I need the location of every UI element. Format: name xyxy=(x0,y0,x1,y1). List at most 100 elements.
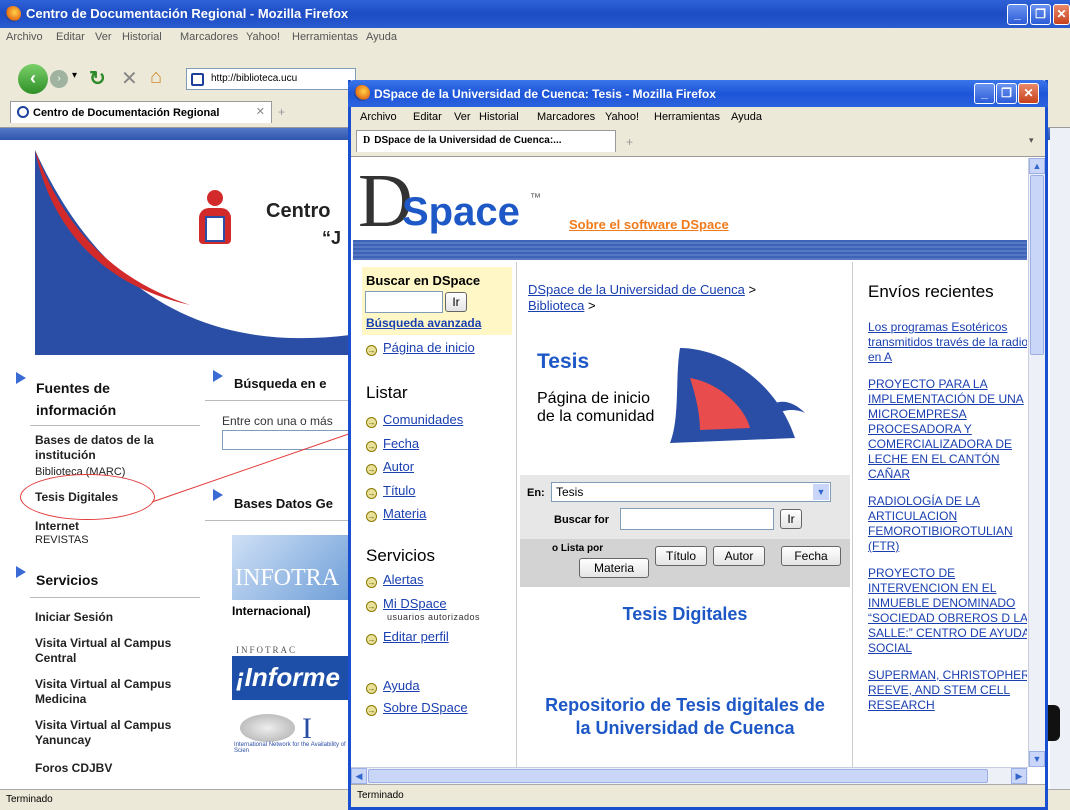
listar-comunidades[interactable]: → Comunidades xyxy=(366,408,463,432)
arrow-bullet-icon: → xyxy=(366,683,377,694)
minimize-button[interactable]: _ xyxy=(1007,4,1028,25)
recent-item[interactable]: Los programas Esotéricos transmitidos tr… xyxy=(868,320,1027,365)
nav-foros[interactable]: Foros CDJBV xyxy=(35,761,112,776)
menu-ayuda[interactable]: Ayuda xyxy=(731,111,762,123)
tesis-digitales-heading: Tesis Digitales xyxy=(622,604,748,624)
home-icon[interactable]: ⌂ xyxy=(150,66,162,89)
menu-marcadores[interactable]: Marcadores xyxy=(180,31,238,43)
scroll-thumb[interactable] xyxy=(1030,175,1044,355)
browse-materia-button[interactable]: Materia xyxy=(579,558,649,578)
scroll-down-icon[interactable]: ▼ xyxy=(1029,751,1045,767)
home-link[interactable]: Página de inicio xyxy=(383,340,475,355)
site-banner-swoosh xyxy=(35,150,350,355)
menu-editar[interactable]: Editar xyxy=(56,31,85,43)
listar-materia[interactable]: → Materia xyxy=(366,502,463,526)
menu-herramientas[interactable]: Herramientas xyxy=(292,31,358,43)
nav-internet[interactable]: Internet xyxy=(35,519,79,534)
scope-select[interactable]: Tesis ▼ xyxy=(551,482,831,502)
back-scrollbar[interactable] xyxy=(1050,128,1070,789)
tab-centro-documentacion[interactable]: Centro de Documentación Regional ✕ xyxy=(10,101,272,123)
listar-fecha[interactable]: → Fecha xyxy=(366,432,463,456)
advanced-search-link[interactable]: Búsqueda avanzada xyxy=(366,316,481,330)
infotrac-logo[interactable]: INFOTRA xyxy=(232,535,348,600)
reload-icon[interactable]: ↻ xyxy=(89,66,106,91)
nav-visita-yanuncay[interactable]: Visita Virtual al Campus Yanuncay xyxy=(35,718,205,748)
community-search-go[interactable]: Ir xyxy=(780,509,802,529)
history-dropdown-icon[interactable]: ▾ xyxy=(72,70,77,81)
lista-por-label: o Lista por xyxy=(552,543,604,554)
stop-icon[interactable]: ✕ xyxy=(121,66,138,91)
minimize-button[interactable]: _ xyxy=(974,83,995,104)
breadcrumb-dspace[interactable]: DSpace de la Universidad de Cuenca xyxy=(528,282,745,297)
editar-perfil-row[interactable]: → Editar perfil xyxy=(366,629,449,645)
browse-titulo-button[interactable]: Título xyxy=(655,546,707,566)
new-tab-icon[interactable]: + xyxy=(626,135,633,149)
back-window-titlebar[interactable]: Centro de Documentación Regional - Mozil… xyxy=(0,0,1070,28)
menu-ver[interactable]: Ver xyxy=(454,111,471,123)
menu-archivo[interactable]: Archivo xyxy=(6,31,43,43)
horizontal-scrollbar[interactable]: ◀ ▶ xyxy=(351,767,1028,784)
community-search-input[interactable] xyxy=(620,508,774,530)
close-button[interactable]: ✕ xyxy=(1018,83,1039,104)
menu-yahoo[interactable]: Yahoo! xyxy=(605,111,639,123)
menu-yahoo[interactable]: Yahoo! xyxy=(246,31,280,43)
divider xyxy=(516,262,517,767)
recent-item[interactable]: PROYECTO PARA LA IMPLEMENTACIÓN DE UNA M… xyxy=(868,377,1027,482)
menu-historial[interactable]: Historial xyxy=(122,31,162,43)
tab-dspace[interactable]: D DSpace de la Universidad de Cuenca:... xyxy=(356,130,616,152)
url-bar[interactable]: http://biblioteca.ucu xyxy=(186,68,356,90)
forward-arrow-icon[interactable]: › xyxy=(50,70,68,88)
menu-ayuda[interactable]: Ayuda xyxy=(366,31,397,43)
browse-fecha-button[interactable]: Fecha xyxy=(781,546,841,566)
nav-visita-medicina[interactable]: Visita Virtual al Campus Medicina xyxy=(35,677,205,707)
maximize-button[interactable]: ❐ xyxy=(1030,4,1051,25)
mi-dspace-row[interactable]: → Mi DSpace xyxy=(366,596,447,612)
menu-editar[interactable]: Editar xyxy=(413,111,442,123)
nav-visita-central[interactable]: Visita Virtual al Campus Central xyxy=(35,636,205,666)
scroll-thumb[interactable] xyxy=(368,769,988,783)
search-box: Buscar en DSpace Ir Búsqueda avanzada xyxy=(362,267,512,335)
home-link-row[interactable]: → Página de inicio xyxy=(366,340,475,356)
nav-revistas[interactable]: REVISTAS xyxy=(35,533,89,548)
status-text: Terminado xyxy=(357,790,404,801)
listar-autor[interactable]: → Autor xyxy=(366,455,463,479)
fuentes-heading: Fuentes de información xyxy=(36,380,117,418)
menu-historial[interactable]: Historial xyxy=(479,111,519,123)
nav-iniciar-sesion[interactable]: Iniciar Sesión xyxy=(35,610,113,625)
site-icon xyxy=(17,106,29,118)
recent-item[interactable]: SUPERMAN, CHRISTOPHER REEVE, AND STEM CE… xyxy=(868,668,1027,713)
menu-marcadores[interactable]: Marcadores xyxy=(537,111,595,123)
inasp-logo[interactable]: I International Network for the Availabi… xyxy=(232,712,348,762)
new-tab-icon[interactable]: + xyxy=(278,105,285,119)
recent-item[interactable]: PROYECTO DE INTERVENCION EN EL INMUEBLE … xyxy=(868,566,1027,656)
scroll-left-icon[interactable]: ◀ xyxy=(351,768,367,784)
tab-list-icon[interactable]: ▾ xyxy=(1029,135,1034,146)
informe-banner[interactable]: ¡Informe xyxy=(232,656,348,700)
ayuda-row[interactable]: → Ayuda xyxy=(366,678,420,694)
community-text: Página de inicio de la comunidad xyxy=(537,390,655,425)
sobre-row[interactable]: → Sobre DSpace xyxy=(366,700,468,716)
scroll-right-icon[interactable]: ▶ xyxy=(1011,768,1027,784)
dspace-search-input[interactable] xyxy=(365,291,443,313)
tab-close-icon[interactable]: ✕ xyxy=(256,105,265,118)
about-dspace-link[interactable]: Sobre el software DSpace xyxy=(569,217,729,232)
listar-titulo[interactable]: → Título xyxy=(366,479,463,503)
chevron-down-icon[interactable]: ▼ xyxy=(813,484,829,500)
close-button[interactable]: ✕ xyxy=(1053,4,1070,25)
recent-item[interactable]: RADIOLOGÍA DE LA ARTICULACION FEMOROTIBI… xyxy=(868,494,1027,554)
ayuda-link: Ayuda xyxy=(383,678,420,693)
browse-autor-button[interactable]: Autor xyxy=(713,546,765,566)
scroll-up-icon[interactable]: ▲ xyxy=(1029,158,1045,174)
mi-dspace-link: Mi DSpace xyxy=(383,596,447,611)
vertical-scrollbar[interactable]: ▲ ▼ xyxy=(1028,158,1045,767)
back-arrow-icon[interactable]: ‹ xyxy=(18,64,48,94)
menu-ver[interactable]: Ver xyxy=(95,31,112,43)
search-go-button[interactable]: Ir xyxy=(445,292,467,312)
maximize-button[interactable]: ❐ xyxy=(996,83,1017,104)
front-window-titlebar[interactable]: DSpace de la Universidad de Cuenca: Tesi… xyxy=(348,80,1048,107)
menu-herramientas[interactable]: Herramientas xyxy=(654,111,720,123)
menu-archivo[interactable]: Archivo xyxy=(360,111,397,123)
alertas-row[interactable]: → Alertas xyxy=(366,572,423,588)
inasp-text: International Network for the Availabili… xyxy=(234,742,346,754)
breadcrumb-biblioteca[interactable]: Biblioteca xyxy=(528,298,584,313)
